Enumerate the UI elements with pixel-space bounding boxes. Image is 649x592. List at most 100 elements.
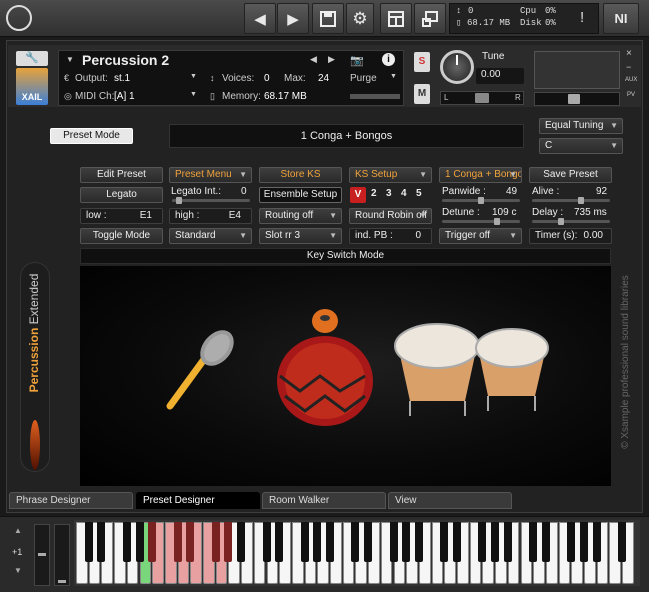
mod-wheel[interactable] (54, 524, 70, 586)
tab-phrase-designer[interactable]: Phrase Designer (9, 492, 133, 509)
layout-icon[interactable] (380, 3, 412, 34)
piano-black-key[interactable] (364, 522, 373, 562)
piano-black-key[interactable] (541, 522, 550, 562)
mute-button[interactable]: M (414, 84, 430, 104)
next-icon[interactable]: ▶ (277, 3, 309, 34)
key-select[interactable]: C ▼ (539, 138, 623, 154)
timer-field[interactable]: Timer (s): 0.00 (529, 228, 612, 244)
piano-black-key[interactable] (275, 522, 284, 562)
piano-black-key[interactable] (148, 522, 157, 562)
piano-black-key[interactable] (173, 522, 182, 562)
ks-setup-select[interactable]: KS Setup ▼ (349, 167, 432, 183)
prev-instrument-icon[interactable]: ◀ (310, 54, 317, 65)
toggle-mode-button[interactable]: Toggle Mode (80, 228, 163, 244)
purge-dropdown-icon[interactable]: ▼ (390, 73, 397, 80)
piano-black-key[interactable] (97, 522, 106, 562)
resize-icon[interactable] (414, 3, 446, 34)
info-icon[interactable]: i (382, 53, 395, 66)
save-icon[interactable] (312, 3, 344, 34)
slot-select[interactable]: Slot rr 3 ▼ (259, 228, 342, 244)
midi-dropdown-icon[interactable]: ▼ (190, 91, 197, 98)
gear-icon[interactable]: ⚙ (346, 3, 374, 34)
instrument-name[interactable]: Percussion 2 (82, 52, 169, 68)
piano-black-key[interactable] (237, 522, 246, 562)
piano-black-key[interactable] (491, 522, 500, 562)
piano-black-key[interactable] (84, 522, 93, 562)
save-preset-button[interactable]: Save Preset (529, 167, 612, 183)
max-voices-value[interactable]: 24 (318, 73, 329, 84)
piano-black-key[interactable] (262, 522, 271, 562)
aux-label[interactable]: AUX (625, 77, 637, 83)
delay-slider[interactable] (532, 220, 610, 223)
ensemble-voice-5[interactable]: 5 (416, 188, 422, 199)
minimize-icon[interactable]: − (626, 62, 631, 72)
high-key-field[interactable]: high : E4 (169, 208, 252, 224)
camera-icon[interactable]: 📷 (350, 54, 364, 67)
piano-black-key[interactable] (414, 522, 423, 562)
routing-select[interactable]: Routing off ▼ (259, 208, 342, 224)
collapse-arrow-icon[interactable]: ▼ (66, 55, 74, 64)
piano-black-key[interactable] (567, 522, 576, 562)
piano-black-key[interactable] (389, 522, 398, 562)
tune-value[interactable]: 0.00 (476, 68, 524, 84)
piano-black-key[interactable] (592, 522, 601, 562)
ensemble-voice-2[interactable]: 2 (371, 188, 377, 199)
octave-down-icon[interactable]: ▼ (14, 566, 22, 575)
piano-black-key[interactable] (186, 522, 195, 562)
piano-black-key[interactable] (402, 522, 411, 562)
detune-slider[interactable] (442, 220, 520, 223)
piano-black-key[interactable] (313, 522, 322, 562)
store-ks-button[interactable]: Store KS (259, 167, 342, 183)
round-robin-select[interactable]: Round Robin off ▼ (349, 208, 432, 224)
standard-select[interactable]: Standard ▼ (169, 228, 252, 244)
pan-thumb[interactable] (475, 93, 489, 103)
pv-label[interactable]: PV (627, 92, 635, 98)
solo-button[interactable]: S (414, 52, 430, 72)
preset-menu-select[interactable]: Preset Menu ▼ (169, 167, 252, 183)
ensemble-voice-v[interactable]: V (350, 187, 366, 203)
close-icon[interactable]: × (626, 48, 632, 59)
purge-label[interactable]: Purge (350, 73, 377, 84)
piano-black-key[interactable] (478, 522, 487, 562)
wrench-icon[interactable]: 🔧 (16, 51, 48, 66)
tab-view[interactable]: View (388, 492, 512, 509)
output-value[interactable]: st.1 (114, 73, 130, 84)
edit-preset-button[interactable]: Edit Preset (80, 167, 163, 183)
low-key-field[interactable]: low : E1 (80, 208, 163, 224)
piano-black-key[interactable] (122, 522, 131, 562)
piano-black-key[interactable] (351, 522, 360, 562)
midi-value[interactable]: [A] 1 (114, 91, 135, 102)
piano-black-key[interactable] (135, 522, 144, 562)
tuning-select[interactable]: Equal Tuning ▼ (539, 118, 623, 134)
alive-slider[interactable] (532, 199, 610, 202)
piano-black-key[interactable] (580, 522, 588, 562)
key-switch-mode-bar[interactable]: Key Switch Mode (80, 248, 611, 264)
piano-black-key[interactable] (211, 522, 220, 562)
delay-thumb[interactable] (558, 218, 564, 225)
detune-thumb[interactable] (494, 218, 500, 225)
next-instrument-icon[interactable]: ▶ (328, 54, 335, 65)
panwide-thumb[interactable] (478, 197, 484, 204)
tab-preset-designer[interactable]: Preset Designer (136, 492, 260, 509)
piano-black-key[interactable] (440, 522, 449, 562)
octave-up-icon[interactable]: ▲ (14, 526, 22, 535)
previous-icon[interactable]: ◀ (244, 3, 276, 34)
volume-thumb[interactable] (568, 94, 580, 104)
ni-logo[interactable]: NI (603, 3, 639, 34)
legato-button[interactable]: Legato (80, 187, 163, 203)
piano-black-key[interactable] (326, 522, 334, 562)
piano-black-key[interactable] (529, 522, 538, 562)
ensemble-voice-3[interactable]: 3 (386, 188, 392, 199)
piano-black-key[interactable] (503, 522, 512, 562)
piano-black-key[interactable] (224, 522, 233, 562)
ensemble-setup-button[interactable]: Ensemble Setup (259, 187, 342, 203)
piano-black-key[interactable] (618, 522, 627, 562)
alert-icon[interactable]: ! (580, 9, 584, 26)
trigger-select[interactable]: Trigger off ▼ (439, 228, 522, 244)
ensemble-voice-4[interactable]: 4 (401, 188, 407, 199)
preset-slot-select[interactable]: 1 Conga + Bongos ▼ (439, 167, 522, 183)
kontakt-logo-icon[interactable] (6, 5, 32, 31)
output-dropdown-icon[interactable]: ▼ (190, 73, 197, 80)
legato-int-thumb[interactable] (176, 197, 182, 204)
preset-mode-button[interactable]: Preset Mode (50, 128, 133, 144)
